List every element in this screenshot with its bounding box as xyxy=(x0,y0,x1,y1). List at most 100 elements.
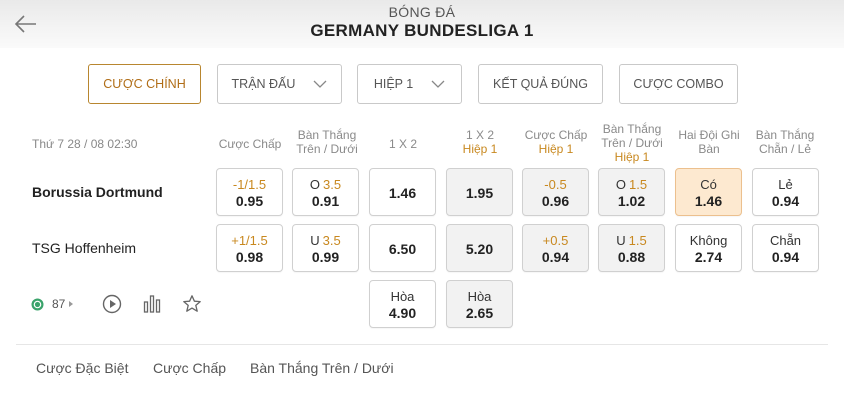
ou-tag: O xyxy=(615,177,627,192)
odd-away-1x2-h1[interactable]: 5.20 xyxy=(446,224,513,272)
ou-line: 1.5 xyxy=(628,233,647,248)
odd-value: 0.94 xyxy=(771,249,800,265)
odd-value: 0.94 xyxy=(771,193,800,209)
tab-correct-score[interactable]: KẾT QUẢ ĐÚNG xyxy=(478,64,603,104)
ou-tag: U xyxy=(310,233,320,248)
odd-value: 0.88 xyxy=(617,249,646,265)
tab-label: HIỆP 1 xyxy=(373,77,414,91)
odd-home-handicap[interactable]: -1/1.5 0.95 xyxy=(216,168,283,216)
odd-value: 4.90 xyxy=(388,305,417,321)
ou-line: 1.5 xyxy=(629,177,648,192)
odd-away-under[interactable]: U 3.5 0.99 xyxy=(292,224,359,272)
odd-value: 0.95 xyxy=(235,193,264,209)
odd-away-handicap-h1[interactable]: +0.5 0.94 xyxy=(522,224,589,272)
handicap-line: +1/1.5 xyxy=(231,233,268,248)
tab-handicap-bets[interactable]: Cược Chấp xyxy=(153,360,226,376)
play-video-icon[interactable] xyxy=(102,294,122,314)
chevron-down-icon xyxy=(431,80,445,88)
match-time: Thứ 7 28 / 08 02:30 xyxy=(32,137,138,151)
odd-value: 1.95 xyxy=(465,185,494,201)
odd-value: 1.46 xyxy=(388,185,417,201)
col-header-handicap: Cược Chấp xyxy=(213,137,287,151)
odd-home-handicap-h1[interactable]: -0.5 0.96 xyxy=(522,168,589,216)
draw-label: Hòa xyxy=(390,289,415,304)
col-header-text: Bàn Thắng Chẵn / Lẻ xyxy=(755,128,815,156)
tab-label: CƯỢC COMBO xyxy=(633,77,724,91)
odd-home-1x2-h1[interactable]: 1.95 xyxy=(446,168,513,216)
odd-even-goals[interactable]: Chẵn 0.94 xyxy=(752,224,819,272)
odd-home-1x2[interactable]: 1.46 xyxy=(369,168,436,216)
col-header-ou: Bàn Thắng Trên / Dưới xyxy=(289,128,365,156)
tab-main-bets[interactable]: CƯỢC CHÍNH xyxy=(88,64,201,104)
col-header-text: Cược Chấp xyxy=(218,137,282,151)
section-divider xyxy=(16,344,828,345)
odd-value: 0.94 xyxy=(541,249,570,265)
odd-value: 2.65 xyxy=(465,305,494,321)
odd-even-label: Chẵn xyxy=(769,233,802,248)
odd-draw-1x2-h1[interactable]: Hòa 2.65 xyxy=(446,280,513,328)
odd-value: 0.96 xyxy=(541,193,570,209)
favorite-star-icon[interactable] xyxy=(182,294,202,314)
col-header-handicap-h1: Cược Chấp Hiệp 1 xyxy=(521,128,591,156)
plus-circle-icon xyxy=(31,298,44,310)
sport-title: BÓNG ĐÁ xyxy=(388,4,456,20)
odd-value: 0.98 xyxy=(235,249,264,265)
col-header-text: Bàn Thắng Trên / Dưới xyxy=(601,122,663,150)
odd-away-1x2[interactable]: 6.50 xyxy=(369,224,436,272)
odd-btts-no[interactable]: Không 2.74 xyxy=(675,224,742,272)
col-header-odd-even: Bàn Thắng Chẵn / Lẻ xyxy=(750,128,820,156)
ou-line: 3.5 xyxy=(322,233,341,248)
odd-odd-goals[interactable]: Lẻ 0.94 xyxy=(752,168,819,216)
col-header-text: Bàn Thắng Trên / Dưới xyxy=(296,128,358,156)
league-title: GERMANY BUNDESLIGA 1 xyxy=(310,21,534,40)
tab-over-under-bets[interactable]: Bàn Thắng Trên / Dưới xyxy=(250,360,394,376)
col-header-sub: Hiệp 1 xyxy=(538,142,574,156)
draw-label: Hòa xyxy=(467,289,492,304)
col-header-sub: Hiệp 1 xyxy=(614,150,650,164)
page-header: BÓNG ĐÁ GERMANY BUNDESLIGA 1 xyxy=(0,0,844,48)
chevron-down-icon xyxy=(313,80,327,88)
tab-match-dropdown[interactable]: TRẬN ĐẤU xyxy=(217,64,342,104)
odd-draw-1x2[interactable]: Hòa 4.90 xyxy=(369,280,436,328)
col-header-text: 1 X 2 xyxy=(465,128,495,142)
handicap-line: -1/1.5 xyxy=(232,177,267,192)
handicap-line: +0.5 xyxy=(542,233,569,248)
col-header-btts: Hai Đội Ghi Bàn xyxy=(675,128,743,156)
ou-line: 3.5 xyxy=(323,177,342,192)
odd-value: 2.74 xyxy=(694,249,723,265)
col-header-1x2: 1 X 2 xyxy=(369,137,437,151)
odd-home-over-h1[interactable]: O 1.5 1.02 xyxy=(598,168,665,216)
ou-tag: U xyxy=(616,233,626,248)
btts-label: Có xyxy=(700,177,717,192)
odd-away-under-h1[interactable]: U 1.5 0.88 xyxy=(598,224,665,272)
odd-value: 1.46 xyxy=(694,193,723,209)
col-header-text: Hai Đội Ghi Bàn xyxy=(678,128,740,156)
ou-tag: O xyxy=(309,177,321,192)
odd-value: 0.91 xyxy=(311,193,340,209)
market-count: 87 xyxy=(52,297,66,311)
odd-even-label: Lẻ xyxy=(778,177,793,192)
tab-label: CƯỢC CHÍNH xyxy=(103,77,186,91)
col-header-sub: Hiệp 1 xyxy=(462,142,498,156)
handicap-line: -0.5 xyxy=(544,177,567,192)
odd-value: 1.02 xyxy=(617,193,646,209)
col-header-ou-h1: Bàn Thắng Trên / Dưới Hiệp 1 xyxy=(597,122,667,164)
odd-btts-yes[interactable]: Có 1.46 xyxy=(675,168,742,216)
tab-half1-dropdown[interactable]: HIỆP 1 xyxy=(357,64,462,104)
tab-label: KẾT QUẢ ĐÚNG xyxy=(493,77,588,91)
col-header-text: 1 X 2 xyxy=(388,137,418,151)
tab-combo[interactable]: CƯỢC COMBO xyxy=(619,64,738,104)
more-markets-link[interactable]: 87 xyxy=(31,291,75,317)
tab-label: TRẬN ĐẤU xyxy=(231,77,296,91)
col-header-text: Cược Chấp xyxy=(524,128,588,142)
stats-chart-icon[interactable] xyxy=(143,294,161,314)
away-team-name: TSG Hoffenheim xyxy=(32,240,137,256)
btts-label: Không xyxy=(689,233,728,248)
odd-home-over[interactable]: O 3.5 0.91 xyxy=(292,168,359,216)
tab-special-bets[interactable]: Cược Đặc Biệt xyxy=(36,360,128,376)
odd-away-handicap[interactable]: +1/1.5 0.98 xyxy=(216,224,283,272)
home-team-name: Borussia Dortmund xyxy=(32,184,163,200)
odd-value: 0.99 xyxy=(311,249,340,265)
odd-value: 6.50 xyxy=(388,241,417,257)
caret-right-icon xyxy=(69,301,74,307)
